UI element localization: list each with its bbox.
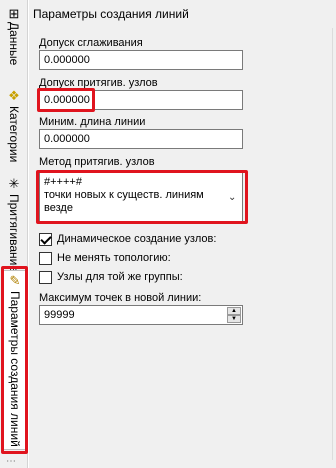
pencil-icon: ✎ [9, 273, 21, 288]
smooth-tolerance-label: Допуск сглаживания [39, 37, 143, 49]
chevron-down-icon[interactable]: ⌄ [228, 191, 238, 203]
categories-tab-icon: ❖ [8, 88, 20, 103]
snap-tolerance-input[interactable]: 0.000000 [39, 90, 243, 110]
overflow-icon[interactable]: ⋯ [6, 456, 22, 468]
checkbox-icon[interactable] [39, 270, 52, 284]
data-tab-icon: ⊞ [8, 6, 20, 21]
dynamic-nodes-checkbox[interactable]: Динамическое создание узлов: [39, 231, 216, 247]
tab-categories[interactable]: ❖ Категории [2, 86, 26, 166]
snap-method-line2: точки новых к существ. линиям [44, 189, 204, 201]
snap-method-line1: #++++# [44, 176, 82, 188]
tab-snap-label: Притягивание [7, 194, 21, 272]
tab-line-params-label: Параметры создания линий [8, 291, 22, 447]
min-length-input[interactable]: 0.000000 [39, 129, 243, 149]
max-points-spinner[interactable]: 99999 ▲ ▼ [39, 305, 243, 325]
vertical-tab-strip: ⊞ Данные ❖ Категории ✳ Притягивание ✎ Па… [0, 0, 28, 468]
snap-method-line3: везде [44, 202, 73, 214]
min-length-label: Миним. длина линии [39, 116, 146, 128]
snap-method-label: Метод притягив. узлов [39, 156, 155, 168]
spin-down-icon[interactable]: ▼ [227, 315, 241, 323]
tab-data[interactable]: ⊞ Данные [2, 4, 26, 66]
same-group-label: Узлы для той же группы: [57, 271, 183, 283]
keep-topology-checkbox[interactable]: Не менять топологию: [39, 250, 171, 266]
tab-line-params[interactable]: ✎ Параметры создания линий [2, 270, 26, 450]
same-group-checkbox[interactable]: Узлы для той же группы: [39, 269, 183, 285]
max-points-label: Максимум точек в новой линии: [39, 292, 202, 304]
tab-snap[interactable]: ✳ Притягивание [2, 174, 26, 272]
keep-topology-label: Не менять топологию: [57, 252, 171, 264]
line-creation-panel: Параметры создания линий Допуск сглажива… [29, 0, 336, 468]
spin-up-icon[interactable]: ▲ [227, 307, 241, 315]
checkbox-icon[interactable] [39, 251, 52, 265]
panel-content: Допуск сглаживания 0.000000 Допуск притя… [29, 28, 332, 460]
smooth-tolerance-input[interactable]: 0.000000 [39, 50, 243, 70]
panel-scrollbar[interactable] [332, 28, 336, 460]
panel-title: Параметры создания линий [33, 7, 189, 21]
dynamic-nodes-label: Динамическое создание узлов: [57, 233, 217, 245]
snap-method-select[interactable]: #++++# точки новых к существ. линиям вез… [39, 172, 243, 222]
tab-categories-label: Категории [7, 106, 21, 163]
snap-tolerance-label: Допуск притягив. узлов [39, 77, 158, 89]
checkbox-checked-icon[interactable] [39, 232, 52, 246]
max-points-value: 99999 [44, 309, 75, 321]
snap-tab-icon: ✳ [8, 176, 20, 191]
tab-data-label: Данные [7, 22, 21, 66]
